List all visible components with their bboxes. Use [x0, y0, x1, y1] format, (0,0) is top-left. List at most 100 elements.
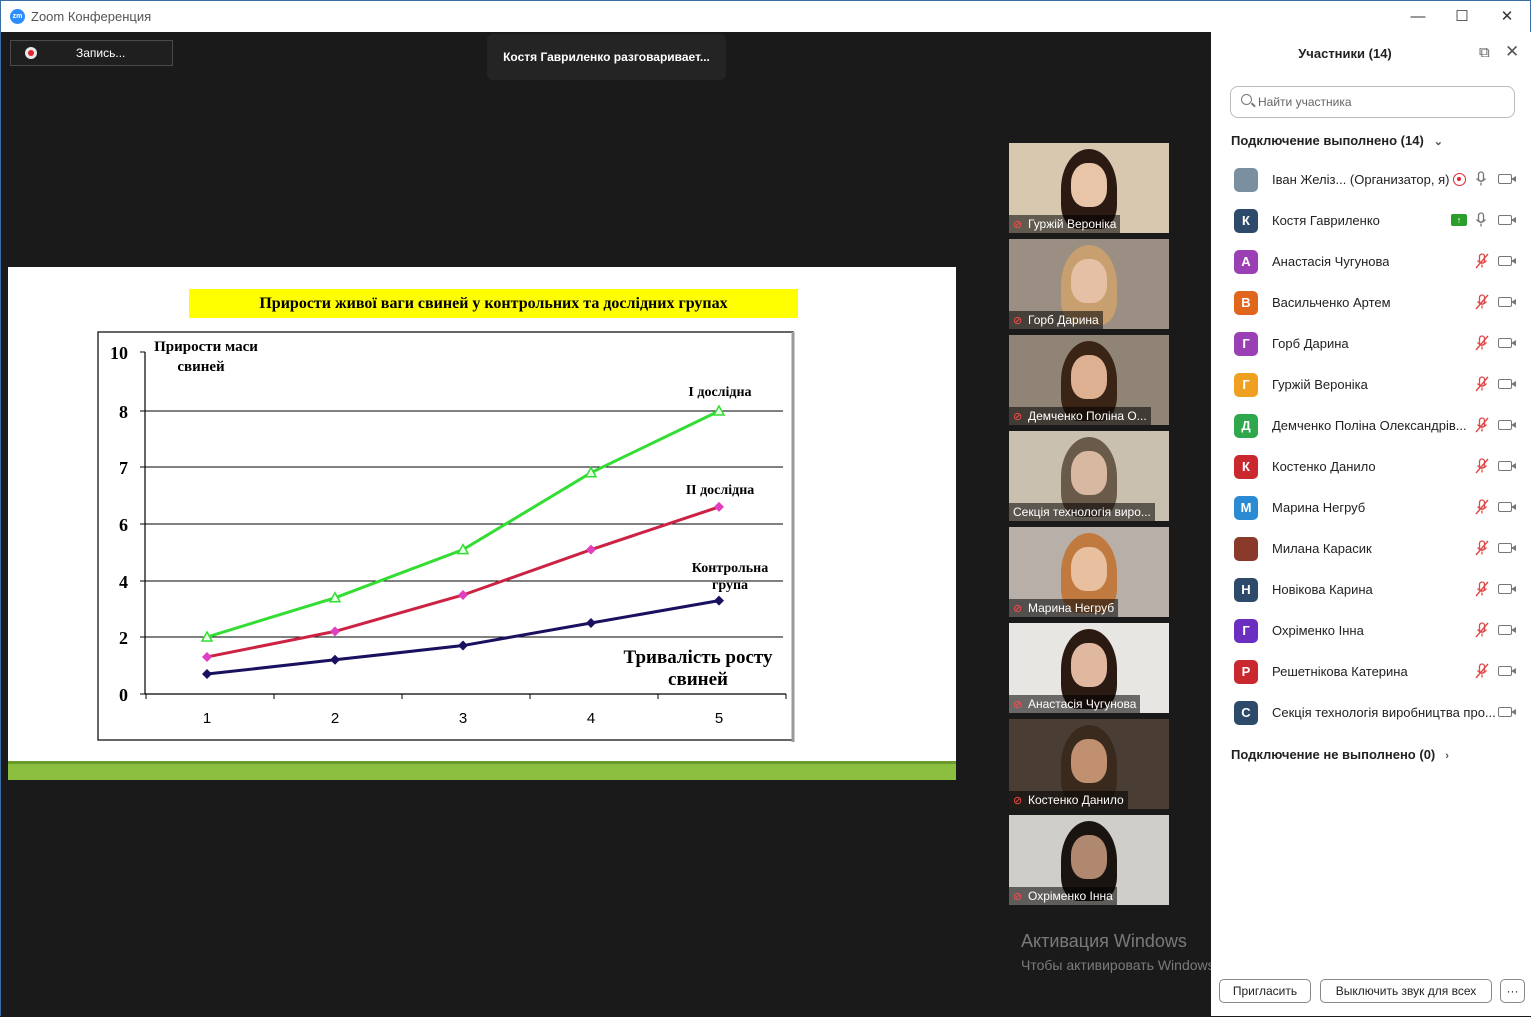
- avatar: Г: [1234, 619, 1258, 643]
- participant-row[interactable]: Г Охріменко Інна: [1211, 611, 1531, 652]
- more-options-button[interactable]: ···: [1500, 979, 1525, 1003]
- x-axis-label: Тривалість росту свиней: [624, 647, 773, 690]
- camera-off-icon[interactable]: [1498, 338, 1512, 348]
- camera-off-icon[interactable]: [1498, 502, 1512, 512]
- camera-off-icon[interactable]: [1498, 707, 1512, 717]
- camera-off-icon[interactable]: [1498, 420, 1512, 430]
- participant-thumbnail[interactable]: ⊘ Горб Дарина: [1009, 239, 1169, 329]
- record-icon: [25, 47, 37, 59]
- microphone-muted-icon: ⊘: [1013, 219, 1023, 231]
- video-face: [1071, 835, 1107, 879]
- participant-row[interactable]: Г Горб Дарина: [1211, 324, 1531, 365]
- participant-name: Решетнікова Катерина: [1272, 664, 1408, 679]
- camera-off-icon[interactable]: [1498, 215, 1512, 225]
- participant-row[interactable]: С Секція технологія виробництва про...: [1211, 693, 1531, 734]
- participant-thumbnail[interactable]: ⊘ Анастасія Чугунова: [1009, 623, 1169, 713]
- microphone-icon[interactable]: [1475, 171, 1487, 190]
- participant-name: Горб Дарина: [1272, 336, 1349, 351]
- thumbnail-name: Секція технологія виро...: [1013, 505, 1151, 519]
- participant-thumbnail[interactable]: ⊘ Гуржій Вероніка: [1009, 143, 1169, 233]
- microphone-icon[interactable]: [1475, 212, 1487, 231]
- participant-row[interactable]: Милана Карасик: [1211, 529, 1531, 570]
- participant-row[interactable]: М Марина Негруб: [1211, 488, 1531, 529]
- microphone-muted-icon[interactable]: [1475, 499, 1489, 518]
- y-tick-label: 2: [119, 628, 128, 648]
- recording-indicator[interactable]: Запись...: [10, 40, 173, 66]
- microphone-muted-icon[interactable]: [1475, 581, 1489, 600]
- microphone-muted-icon[interactable]: [1475, 253, 1489, 272]
- participant-row[interactable]: А Анастасія Чугунова: [1211, 242, 1531, 283]
- participant-thumbnail[interactable]: ⊘ Марина Негруб: [1009, 527, 1169, 617]
- camera-off-icon[interactable]: [1498, 379, 1512, 389]
- camera-off-icon[interactable]: [1498, 297, 1512, 307]
- maximize-button[interactable]: ☐: [1439, 1, 1485, 32]
- microphone-muted-icon[interactable]: [1475, 663, 1489, 682]
- minimize-button[interactable]: —: [1395, 1, 1441, 32]
- participant-row[interactable]: Д Демченко Поліна Олександрів...: [1211, 406, 1531, 447]
- thumbnail-name-label: Секція технологія виро...: [1009, 503, 1155, 521]
- y-tick-label: 4: [119, 572, 128, 592]
- participants-panel: Участники (14) ⧉ ✕ Подключение выполнено…: [1211, 32, 1531, 1016]
- participant-name: Милана Карасик: [1272, 541, 1372, 556]
- mute-all-button[interactable]: Выключить звук для всех: [1320, 979, 1492, 1003]
- camera-off-icon[interactable]: [1498, 543, 1512, 553]
- microphone-muted-icon[interactable]: [1475, 458, 1489, 477]
- participant-row[interactable]: К Костя Гавриленко ↑: [1211, 201, 1531, 242]
- participant-row[interactable]: Н Новікова Карина: [1211, 570, 1531, 611]
- avatar: [1234, 168, 1258, 192]
- thumbnail-name: Марина Негруб: [1028, 601, 1115, 615]
- data-point: [330, 626, 340, 637]
- data-point: [586, 544, 596, 555]
- participant-row[interactable]: Р Решетнікова Катерина: [1211, 652, 1531, 693]
- camera-off-icon[interactable]: [1498, 625, 1512, 635]
- microphone-muted-icon[interactable]: [1475, 540, 1489, 559]
- data-point: [330, 654, 340, 665]
- participant-row[interactable]: К Костенко Данило: [1211, 447, 1531, 488]
- close-button[interactable]: ✕: [1484, 1, 1530, 32]
- series-label: І дослідна: [688, 385, 751, 400]
- participant-row[interactable]: В Васильченко Артем: [1211, 283, 1531, 324]
- participant-thumbnail[interactable]: Секція технологія виро...: [1009, 431, 1169, 521]
- avatar: М: [1234, 496, 1258, 520]
- participant-row[interactable]: Г Гуржій Вероніка: [1211, 365, 1531, 406]
- popout-icon[interactable]: ⧉: [1479, 44, 1490, 61]
- avatar: Г: [1234, 373, 1258, 397]
- participant-name: Іван Желіз... (Организатор, я): [1272, 172, 1450, 187]
- microphone-muted-icon[interactable]: [1475, 335, 1489, 354]
- participant-name: Демченко Поліна Олександрів...: [1272, 418, 1467, 433]
- participant-thumbnail[interactable]: ⊘ Охріменко Інна: [1009, 815, 1169, 905]
- not-connected-section-header[interactable]: Подключение не выполнено (0) ›: [1231, 747, 1449, 762]
- camera-off-icon[interactable]: [1498, 174, 1512, 184]
- avatar: К: [1234, 455, 1258, 479]
- panel-close-icon[interactable]: ✕: [1505, 42, 1519, 62]
- avatar: Г: [1234, 332, 1258, 356]
- participant-thumbnail[interactable]: ⊘ Костенко Данило: [1009, 719, 1169, 809]
- thumbnail-name-label: ⊘ Охріменко Інна: [1009, 887, 1117, 905]
- camera-off-icon[interactable]: [1498, 584, 1512, 594]
- microphone-muted-icon[interactable]: [1475, 622, 1489, 641]
- microphone-muted-icon[interactable]: [1475, 417, 1489, 436]
- participant-search[interactable]: [1230, 86, 1515, 118]
- y-tick-label: 10: [110, 343, 128, 363]
- active-speaker-banner: Костя Гавриленко разговаривает...: [487, 34, 726, 80]
- participant-thumbnail[interactable]: ⊘ Демченко Поліна О...: [1009, 335, 1169, 425]
- chevron-right-icon: ›: [1445, 750, 1449, 762]
- x-tick-label: 1: [203, 710, 211, 727]
- participant-name: Марина Негруб: [1272, 500, 1366, 515]
- x-tick-label: 3: [459, 710, 467, 727]
- search-input[interactable]: [1258, 87, 1508, 117]
- participant-row[interactable]: Іван Желіз... (Организатор, я): [1211, 160, 1531, 201]
- screen-share-icon: ↑: [1451, 214, 1467, 226]
- camera-off-icon[interactable]: [1498, 666, 1512, 676]
- data-point: [586, 618, 596, 628]
- microphone-muted-icon[interactable]: [1475, 294, 1489, 313]
- camera-off-icon[interactable]: [1498, 256, 1512, 266]
- avatar: К: [1234, 209, 1258, 233]
- microphone-muted-icon[interactable]: [1475, 376, 1489, 395]
- connected-section-header[interactable]: Подключение выполнено (14) ⌄: [1231, 133, 1443, 148]
- microphone-muted-icon: ⊘: [1013, 795, 1023, 807]
- camera-off-icon[interactable]: [1498, 461, 1512, 471]
- thumbnail-name-label: ⊘ Демченко Поліна О...: [1009, 407, 1151, 425]
- invite-button[interactable]: Пригласить: [1219, 979, 1311, 1003]
- thumbnail-name: Анастасія Чугунова: [1028, 697, 1137, 711]
